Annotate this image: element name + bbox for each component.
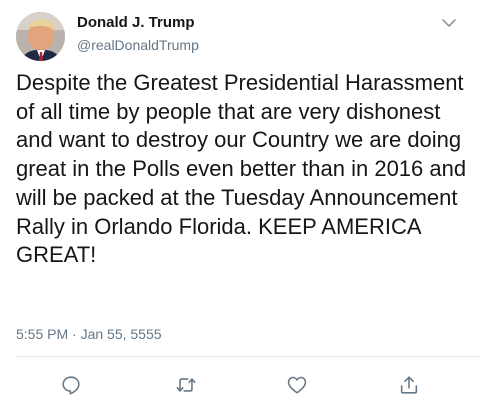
reply-icon (62, 376, 80, 395)
retweet-button[interactable] (173, 372, 199, 398)
reply-button[interactable] (58, 372, 84, 398)
avatar-image (16, 12, 65, 61)
divider (16, 356, 480, 357)
like-button[interactable] (284, 372, 310, 398)
chevron-down-icon[interactable] (440, 14, 458, 32)
tweet-text: Despite the Greatest Presidential Harass… (16, 70, 473, 268)
tweet-timestamp[interactable]: 5:55 PM · Jan 55, 5555 (16, 326, 162, 343)
heart-icon (287, 376, 307, 394)
share-icon (400, 376, 418, 394)
tweet-card: Donald J. Trump @realDonaldTrump Despite… (0, 0, 480, 410)
avatar[interactable] (16, 12, 65, 61)
retweet-icon (176, 378, 196, 392)
share-button[interactable] (396, 372, 422, 398)
author-name[interactable]: Donald J. Trump (77, 14, 195, 32)
author-handle[interactable]: @realDonaldTrump (77, 37, 199, 54)
